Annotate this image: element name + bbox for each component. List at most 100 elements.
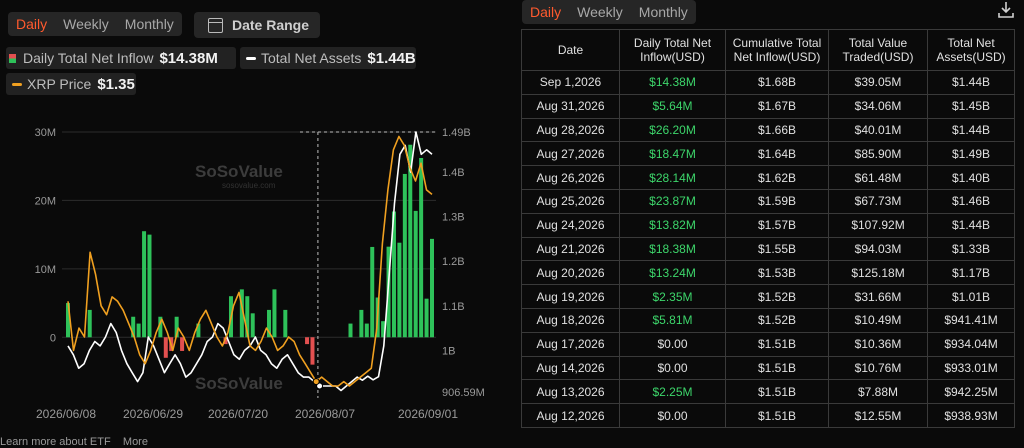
cell-cumulative: $1.52B xyxy=(725,284,829,309)
cell-date: Aug 26,2026 xyxy=(521,165,620,190)
table-row[interactable]: Aug 28,2026 $26.20M $1.66B $40.01M $1.44B xyxy=(521,117,1015,143)
download-icon[interactable] xyxy=(996,0,1016,20)
cell-cumulative: $1.64B xyxy=(725,141,829,167)
table-row[interactable]: Aug 24,2026 $13.82M $1.57B $107.92M $1.44B xyxy=(521,212,1015,238)
cell-date: Aug 27,2026 xyxy=(521,141,620,167)
cell-cumulative: $1.51B xyxy=(725,379,829,405)
cell-value-traded: $10.36M xyxy=(828,331,928,357)
legend-inflow[interactable]: Daily Total Net Inflow $14.38M xyxy=(6,47,236,69)
table-row[interactable]: Aug 14,2026 $0.00 $1.51B $10.76M $933.01M xyxy=(521,355,1015,381)
cell-date: Aug 13,2026 xyxy=(521,379,620,405)
inflow-bar xyxy=(250,313,255,338)
inflow-bar xyxy=(272,289,277,338)
inflow-bar xyxy=(364,323,369,338)
cell-net-assets: $934.04M xyxy=(927,331,1015,357)
legend-inflow-label: Daily Total Net Inflow xyxy=(23,50,154,66)
range-tabs: Daily Weekly Monthly xyxy=(8,12,182,36)
legend-assets-value: $1.44B xyxy=(367,49,416,67)
cell-value-traded: $61.48M xyxy=(828,165,928,190)
cell-cumulative: $1.68B xyxy=(725,70,829,95)
legend-assets[interactable]: Total Net Assets $1.44B xyxy=(240,47,416,69)
etf-chart[interactable]: SoSoValueSoSoValuesosovalue.com30M20M10M… xyxy=(0,112,505,424)
inflow-bar xyxy=(305,337,310,345)
cell-cumulative: $1.52B xyxy=(725,307,829,333)
cell-daily-inflow: $0.00 xyxy=(619,331,726,357)
col-value-traded: Total Value Traded(USD) xyxy=(828,29,928,71)
cell-cumulative: $1.67B xyxy=(725,93,829,119)
y-left-tick-label: 0 xyxy=(50,332,56,344)
cell-cumulative: $1.57B xyxy=(725,212,829,238)
table-row[interactable]: Aug 19,2026 $2.35M $1.52B $31.66M $1.01B xyxy=(521,284,1015,309)
cell-net-assets: $938.93M xyxy=(927,403,1015,428)
legend-price[interactable]: XRP Price $1.35 xyxy=(6,73,136,95)
tab-daily[interactable]: Daily xyxy=(8,12,55,36)
table-row[interactable]: Aug 31,2026 $5.64M $1.67B $34.06M $1.45B xyxy=(521,93,1015,119)
cell-date: Aug 31,2026 xyxy=(521,93,620,119)
inflow-bar xyxy=(413,210,418,338)
cell-daily-inflow: $2.35M xyxy=(619,284,726,309)
y-right-tick-label: 1B xyxy=(442,345,455,357)
cell-net-assets: $1.33B xyxy=(927,236,1015,262)
table-row[interactable]: Aug 27,2026 $18.47M $1.64B $85.90M $1.49B xyxy=(521,141,1015,167)
y-right-tick-label: 1.1B xyxy=(442,301,465,313)
legend-price-value: $1.35 xyxy=(97,75,135,93)
cell-value-traded: $10.49M xyxy=(828,307,928,333)
table-row[interactable]: Sep 1,2026 $14.38M $1.68B $39.05M $1.44B xyxy=(521,70,1015,95)
x-tick-label: 2026/09/01 xyxy=(398,407,458,421)
table-row[interactable]: Aug 25,2026 $23.87M $1.59B $67.73M $1.46B xyxy=(521,188,1015,214)
x-tick-label: 2026/07/20 xyxy=(208,407,268,421)
more-link[interactable]: More xyxy=(123,436,148,448)
cell-net-assets: $942.25M xyxy=(927,379,1015,405)
cell-date: Aug 21,2026 xyxy=(521,236,620,262)
cell-daily-inflow: $5.81M xyxy=(619,307,726,333)
table-row[interactable]: Aug 21,2026 $18.38M $1.55B $94.03M $1.33B xyxy=(521,236,1015,262)
table-row[interactable]: Aug 13,2026 $2.25M $1.51B $7.88M $942.25M xyxy=(521,379,1015,405)
cell-cumulative: $1.51B xyxy=(725,355,829,381)
cell-value-traded: $31.66M xyxy=(828,284,928,309)
col-cumulative-inflow: Cumulative Total Net Inflow(USD) xyxy=(725,29,829,71)
cell-net-assets: $1.44B xyxy=(927,70,1015,95)
cell-value-traded: $39.05M xyxy=(828,70,928,95)
cell-date: Aug 28,2026 xyxy=(521,117,620,143)
learn-more-link[interactable]: Learn more about ETF xyxy=(0,436,111,448)
cell-net-assets: $1.49B xyxy=(927,141,1015,167)
inflow-bar xyxy=(348,323,353,338)
y-left-tick-label: 20M xyxy=(35,195,56,207)
cell-daily-inflow: $0.00 xyxy=(619,403,726,428)
inflow-bar xyxy=(180,337,185,351)
table-tab-weekly[interactable]: Weekly xyxy=(569,0,631,24)
inflow-bar xyxy=(147,234,152,338)
cell-net-assets: $1.46B xyxy=(927,188,1015,214)
watermark-site: sosovalue.com xyxy=(222,181,276,190)
cell-net-assets: $933.01M xyxy=(927,355,1015,381)
y-right-tick-label: 1.4B xyxy=(442,167,465,179)
y-right-tick-label: 1.2B xyxy=(442,256,465,268)
tab-monthly[interactable]: Monthly xyxy=(117,12,182,36)
legend-inflow-value: $14.38M xyxy=(159,49,218,67)
cell-cumulative: $1.51B xyxy=(725,403,829,428)
x-tick-label: 2026/08/07 xyxy=(295,407,355,421)
cell-date: Aug 20,2026 xyxy=(521,260,620,286)
inflow-bar xyxy=(397,242,402,338)
cell-daily-inflow: $5.64M xyxy=(619,93,726,119)
cell-date: Aug 12,2026 xyxy=(521,403,620,428)
table-row[interactable]: Aug 12,2026 $0.00 $1.51B $12.55M $938.93M xyxy=(521,403,1015,428)
price-marker xyxy=(312,378,320,386)
cell-cumulative: $1.53B xyxy=(725,260,829,286)
table-tab-monthly[interactable]: Monthly xyxy=(631,0,696,24)
price-swatch-icon xyxy=(12,82,22,86)
table-tab-daily[interactable]: Daily xyxy=(522,0,569,24)
assets-swatch-icon xyxy=(246,56,256,60)
y-left-tick-label: 10M xyxy=(35,264,56,276)
x-tick-label: 2026/06/08 xyxy=(36,407,96,421)
table-row[interactable]: Aug 26,2026 $28.14M $1.62B $61.48M $1.40B xyxy=(521,165,1015,190)
legend-assets-label: Total Net Assets xyxy=(261,50,362,66)
date-range-button[interactable]: Date Range xyxy=(194,12,320,38)
table-row[interactable]: Aug 17,2026 $0.00 $1.51B $10.36M $934.04M xyxy=(521,331,1015,357)
cell-value-traded: $67.73M xyxy=(828,188,928,214)
table-row[interactable]: Aug 20,2026 $13.24M $1.53B $125.18M $1.17B xyxy=(521,260,1015,286)
tab-weekly[interactable]: Weekly xyxy=(55,12,117,36)
cell-net-assets: $1.44B xyxy=(927,212,1015,238)
table-row[interactable]: Aug 18,2026 $5.81M $1.52B $10.49M $941.41M xyxy=(521,307,1015,333)
cell-net-assets: $1.40B xyxy=(927,165,1015,190)
